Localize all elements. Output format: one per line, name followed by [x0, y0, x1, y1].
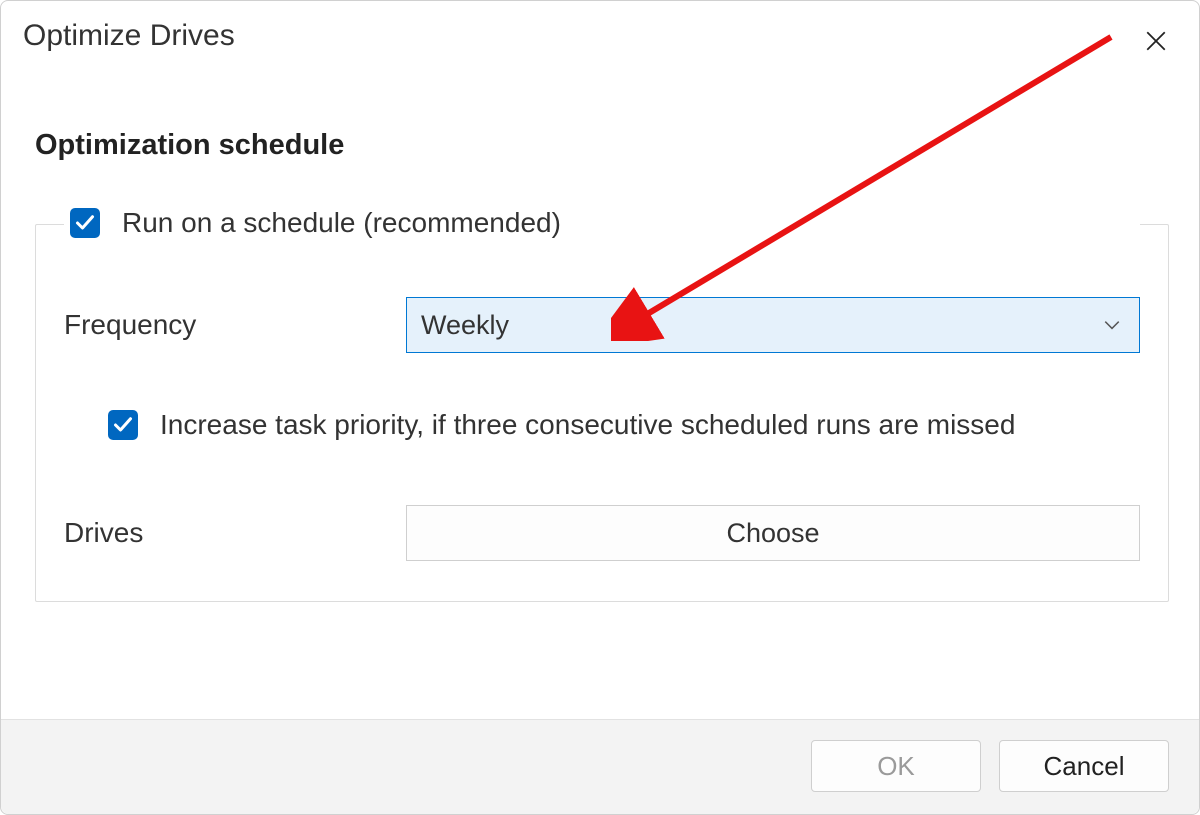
frequency-row: Frequency Weekly: [64, 297, 1140, 353]
frequency-dropdown[interactable]: Weekly: [406, 297, 1140, 353]
increase-priority-row: Increase task priority, if three consecu…: [108, 409, 1140, 441]
close-icon: [1146, 31, 1166, 51]
schedule-fieldset: Run on a schedule (recommended) Frequenc…: [35, 224, 1169, 602]
ok-button[interactable]: OK: [811, 740, 981, 792]
increase-priority-checkbox[interactable]: [108, 410, 138, 440]
increase-priority-label: Increase task priority, if three consecu…: [160, 409, 1015, 441]
drives-row: Drives Choose: [64, 505, 1140, 561]
drives-label: Drives: [64, 517, 406, 549]
dialog-content: Optimization schedule Run on a schedule …: [1, 59, 1199, 719]
frequency-value: Weekly: [421, 310, 509, 341]
checkmark-icon: [75, 213, 95, 233]
window-title: Optimize Drives: [23, 19, 235, 53]
checkmark-icon: [113, 415, 133, 435]
optimize-drives-dialog: Optimize Drives Optimization schedule Ru…: [0, 0, 1200, 815]
chevron-down-icon: [1103, 316, 1121, 334]
run-on-schedule-row: Run on a schedule (recommended): [64, 207, 1140, 239]
choose-drives-button[interactable]: Choose: [406, 505, 1140, 561]
section-heading: Optimization schedule: [35, 129, 1169, 162]
dialog-footer: OK Cancel: [1, 719, 1199, 814]
run-on-schedule-checkbox[interactable]: [70, 208, 100, 238]
close-button[interactable]: [1133, 23, 1179, 59]
titlebar: Optimize Drives: [1, 1, 1199, 59]
frequency-label: Frequency: [64, 309, 406, 341]
cancel-button[interactable]: Cancel: [999, 740, 1169, 792]
run-on-schedule-label: Run on a schedule (recommended): [122, 207, 561, 239]
